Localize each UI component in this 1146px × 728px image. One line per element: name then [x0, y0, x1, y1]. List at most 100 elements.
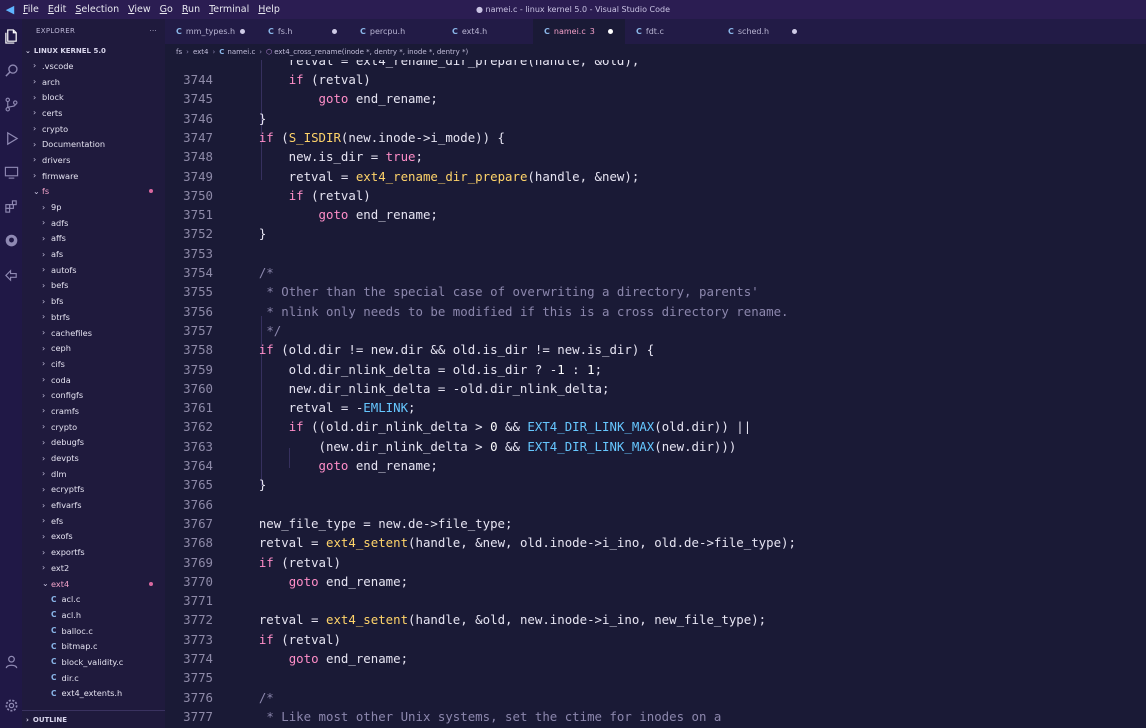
live-share-icon[interactable] [0, 257, 22, 291]
tab-percpu-h[interactable]: Cpercpu.h [349, 19, 441, 44]
unsaved-dot-icon[interactable] [332, 29, 337, 34]
file-item[interactable]: Cdir.c [22, 670, 165, 686]
tab-ext4-h[interactable]: Cext4.h [441, 19, 533, 44]
code-editor[interactable]: retval = ext4_rename_dir_prepare(handle,… [165, 60, 1146, 728]
folder-item[interactable]: › efivarfs [22, 497, 165, 513]
folder-item[interactable]: › affs [22, 231, 165, 247]
folder-item[interactable]: › exportfs [22, 544, 165, 560]
folder-item[interactable]: › autofs [22, 262, 165, 278]
folder-item[interactable]: › crypto [22, 121, 165, 137]
code-line: 3747 if (S_ISDIR(new.inode->i_mode)) { [165, 128, 1146, 147]
code-line: 3751 goto end_rename; [165, 205, 1146, 224]
code-line: 3767 new_file_type = new.de->file_type; [165, 514, 1146, 533]
unsaved-dot-icon[interactable] [792, 29, 797, 34]
breadcrumb-item[interactable]: fs [176, 48, 182, 56]
unsaved-dot-icon[interactable] [608, 29, 613, 34]
tab-label: mm_types.h [185, 27, 236, 36]
tree-item-label: affs [51, 233, 66, 244]
remote-explorer-icon[interactable] [0, 155, 22, 189]
source-control-icon[interactable] [0, 87, 22, 121]
menu-item[interactable]: Edit [48, 4, 66, 15]
folder-item[interactable]: › cachefiles [22, 325, 165, 341]
chevron-right-icon: › [42, 328, 46, 338]
file-item[interactable]: Cext4_extents.h [22, 686, 165, 702]
menu-item[interactable]: Go [160, 4, 173, 15]
line-number: 3763 [183, 438, 213, 454]
menu-item[interactable]: Run [182, 4, 200, 15]
folder-item[interactable]: › crypto [22, 419, 165, 435]
accounts-icon[interactable] [0, 644, 22, 678]
folder-item[interactable]: › bfs [22, 293, 165, 309]
tab-mm_types-h[interactable]: Cmm_types.h [165, 19, 257, 44]
explorer-icon[interactable] [0, 19, 22, 53]
tab-fs-h[interactable]: Cfs.h [257, 19, 349, 44]
code-token: ext4_rename_dir_prepare [355, 168, 528, 184]
file-item[interactable]: Cballoc.c [22, 623, 165, 639]
folder-item[interactable]: › Documentation [22, 136, 165, 152]
folder-item[interactable]: › cramfs [22, 403, 165, 419]
github-icon[interactable] [0, 223, 22, 257]
folder-item[interactable]: › ceph [22, 340, 165, 356]
folder-item[interactable]: › btrfs [22, 309, 165, 325]
breadcrumb-symbol[interactable]: ext4_cross_rename(inode *, dentry *, ino… [274, 48, 468, 56]
search-icon[interactable] [0, 53, 22, 87]
tree-item-label: exportfs [51, 547, 85, 558]
chevron-right-icon: › [42, 390, 46, 400]
folder-item[interactable]: ⌄ fs [22, 184, 165, 200]
menu-item[interactable]: Selection [75, 4, 119, 15]
folder-item[interactable]: › befs [22, 278, 165, 294]
breadcrumb-item[interactable]: ext4 [193, 48, 209, 56]
chevron-down-icon: ⌄ [42, 579, 49, 589]
code-token: 0 [490, 419, 498, 435]
folder-item[interactable]: › debugfs [22, 435, 165, 451]
settings-gear-icon[interactable] [0, 688, 22, 722]
folder-item[interactable]: › 9p [22, 199, 165, 215]
folder-item[interactable]: › afs [22, 246, 165, 262]
tab-label: namei.c [553, 27, 586, 36]
menu-item[interactable]: Help [258, 4, 280, 15]
breadcrumb-item[interactable]: namei.c [227, 48, 255, 56]
folder-item[interactable]: › arch [22, 74, 165, 90]
folder-item[interactable]: › ext2 [22, 560, 165, 576]
file-item[interactable]: Cacl.h [22, 607, 165, 623]
chevron-right-icon: › [42, 343, 46, 353]
line-number: 3767 [183, 515, 213, 531]
folder-item[interactable]: › adfs [22, 215, 165, 231]
menu-item[interactable]: File [23, 4, 39, 15]
chevron-right-icon: › [42, 249, 46, 259]
folder-item[interactable]: › devpts [22, 450, 165, 466]
folder-item[interactable]: › cifs [22, 356, 165, 372]
folder-item[interactable]: › firmware [22, 168, 165, 184]
project-root[interactable]: ⌄ LINUX KERNEL 5.0 [22, 43, 165, 58]
folder-item[interactable]: › drivers [22, 152, 165, 168]
explorer-more-actions-button[interactable]: ··· [149, 27, 157, 35]
file-item[interactable]: Cblock_validity.c [22, 654, 165, 670]
folder-item[interactable]: › exofs [22, 529, 165, 545]
chevron-right-icon: › [42, 453, 46, 463]
tab-namei-c[interactable]: Cnamei.c 3 [533, 19, 625, 44]
folder-item[interactable]: ⌄ ext4 [22, 576, 165, 592]
menu-item[interactable]: Terminal [209, 4, 249, 15]
code-text: new_file_type = new.de->file_type; [229, 514, 513, 533]
menu-item[interactable]: View [128, 4, 151, 15]
folder-item[interactable]: › efs [22, 513, 165, 529]
extensions-icon[interactable] [0, 189, 22, 223]
unsaved-dot-icon[interactable] [240, 29, 245, 34]
folder-item[interactable]: › certs [22, 105, 165, 121]
folder-item[interactable]: › ecryptfs [22, 482, 165, 498]
tab-fdt-c[interactable]: Cfdt.c [625, 19, 717, 44]
file-item[interactable]: Cacl.c [22, 591, 165, 607]
folder-item[interactable]: › configfs [22, 387, 165, 403]
run-debug-icon[interactable] [0, 121, 22, 155]
outline-section[interactable]: › OUTLINE [22, 710, 165, 728]
tab-sched-h[interactable]: Csched.h [717, 19, 809, 44]
folder-item[interactable]: › block [22, 89, 165, 105]
folder-item[interactable]: › dlm [22, 466, 165, 482]
code-token: 0 [490, 438, 498, 454]
chevron-right-icon: › [42, 280, 46, 290]
folder-item[interactable]: › coda [22, 372, 165, 388]
file-item[interactable]: Cbitmap.c [22, 638, 165, 654]
folder-item[interactable]: › .vscode [22, 58, 165, 74]
code-token: goto [318, 207, 349, 223]
